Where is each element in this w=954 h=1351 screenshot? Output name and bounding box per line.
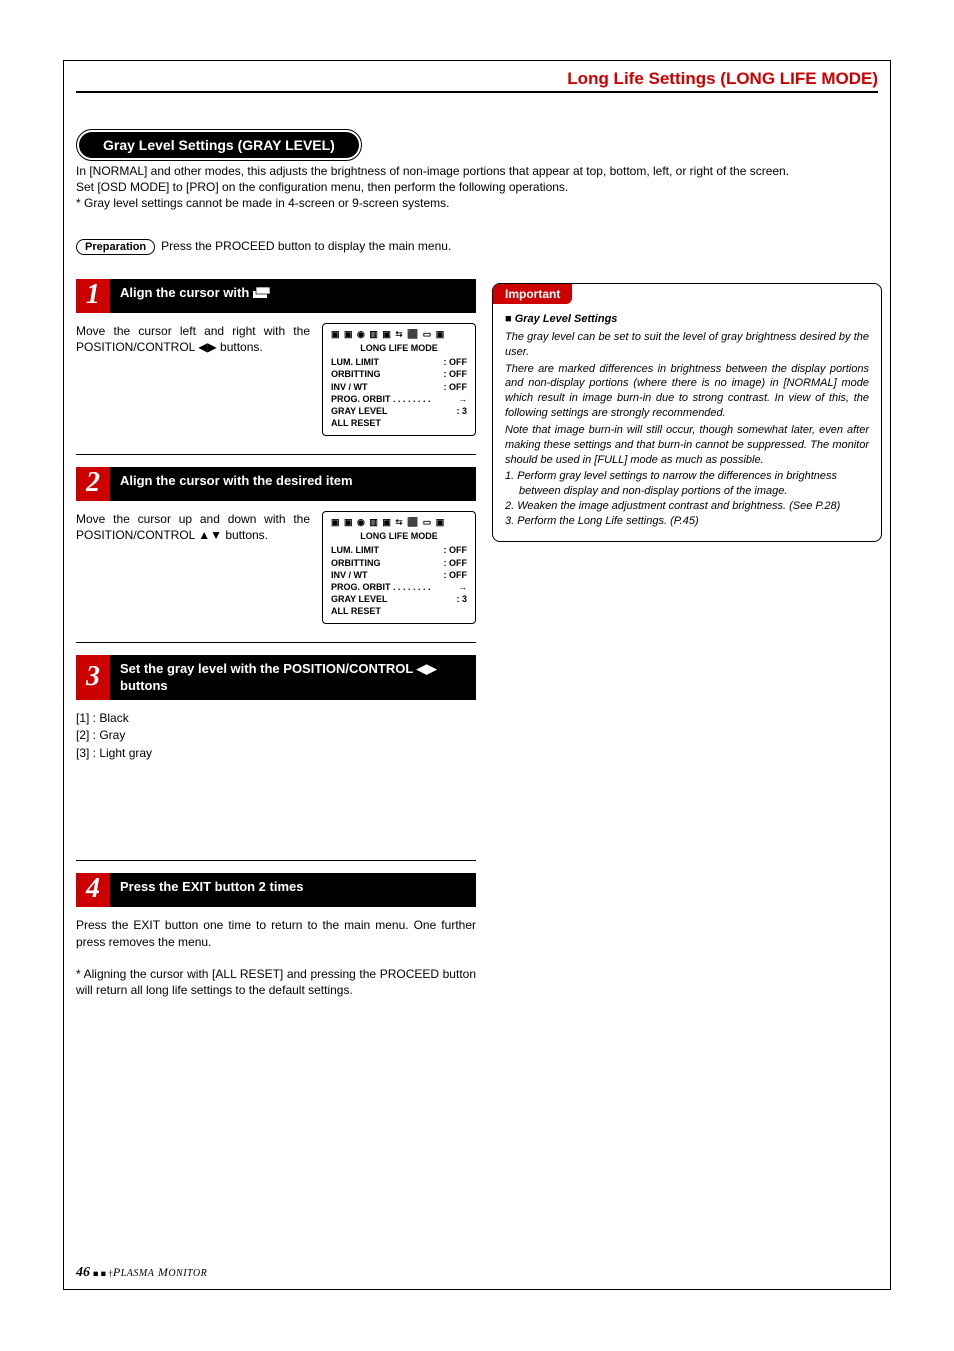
- step-header: 1 Align the cursor with: [76, 279, 476, 313]
- important-content: Gray Level Settings The gray level can b…: [493, 304, 881, 541]
- important-tab: Important: [493, 284, 572, 304]
- step-title: Set the gray level with the POSITION/CON…: [110, 655, 476, 700]
- step-body: Move the cursor up and down with the POS…: [76, 511, 476, 624]
- osd-icon-row: ▣ ▣ ◉ ▥ ▣ ⮀ ⬛ ▭ ▣: [331, 516, 467, 528]
- right-column: Important Gray Level Settings The gray l…: [492, 283, 882, 542]
- osd-row: LUM. LIMIT: OFF: [331, 356, 467, 368]
- intro-text: In [NORMAL] and other modes, this adjust…: [76, 163, 878, 212]
- preparation-row: Preparation Press the PROCEED button to …: [76, 239, 476, 255]
- step-separator: [76, 860, 476, 861]
- page-frame: Long Life Settings (LONG LIFE MODE) Gray…: [63, 60, 891, 1290]
- step-title: Align the cursor with the desired item: [110, 467, 476, 501]
- osd-row: ALL RESET: [331, 605, 467, 617]
- step-number: 3: [76, 655, 110, 700]
- step-description: Move the cursor left and right with the …: [76, 323, 310, 436]
- osd-row: ORBITTING: OFF: [331, 557, 467, 569]
- section-pill-label: Gray Level Settings (GRAY LEVEL): [79, 132, 359, 158]
- page-number: 46: [76, 1265, 90, 1280]
- step-header: 4 Press the EXIT button 2 times: [76, 873, 476, 907]
- important-heading: Gray Level Settings: [505, 312, 869, 327]
- osd-row: GRAY LEVEL: 3: [331, 405, 467, 417]
- gray-level-options: [1] : Black [2] : Gray [3] : Light gray: [76, 710, 476, 762]
- page-header-title: Long Life Settings (LONG LIFE MODE): [567, 69, 878, 89]
- important-paragraph: There are marked differences in brightne…: [505, 362, 869, 421]
- osd-title: LONG LIFE MODE: [331, 342, 467, 354]
- step-title-text: Align the cursor with: [120, 285, 253, 300]
- section-pill: Gray Level Settings (GRAY LEVEL): [76, 129, 362, 161]
- list-item: 1. Perform gray level settings to narrow…: [505, 469, 869, 499]
- important-paragraph: The gray level can be set to suit the le…: [505, 330, 869, 360]
- footer-separator: ■ ■ †: [93, 1268, 113, 1278]
- list-item: [2] : Gray: [76, 727, 476, 744]
- osd-row: INV / WT: OFF: [331, 569, 467, 581]
- list-item: 3. Perform the Long Life settings. (P.45…: [505, 514, 869, 529]
- preparation-badge: Preparation: [76, 239, 155, 255]
- osd-row: PROG. ORBIT . . . . . . . .→: [331, 393, 467, 405]
- list-item: [1] : Black: [76, 710, 476, 727]
- intro-line: Set [OSD MODE] to [PRO] on the configura…: [76, 179, 878, 195]
- step-number: 2: [76, 467, 110, 501]
- osd-panel: ▣ ▣ ◉ ▥ ▣ ⮀ ⬛ ▭ ▣ LONG LIFE MODE LUM. LI…: [322, 511, 476, 624]
- osd-row: INV / WT: OFF: [331, 381, 467, 393]
- step-body: Move the cursor left and right with the …: [76, 323, 476, 436]
- step-number: 4: [76, 873, 110, 907]
- osd-icon-row: ▣ ▣ ◉ ▥ ▣ ⮀ ⬛ ▭ ▣: [331, 328, 467, 340]
- list-item: 2. Weaken the image adjustment contrast …: [505, 499, 869, 514]
- important-paragraph: Note that image burn-in will still occur…: [505, 423, 869, 468]
- step-description: Move the cursor up and down with the POS…: [76, 511, 310, 624]
- step-header: 3 Set the gray level with the POSITION/C…: [76, 655, 476, 700]
- step-number: 1: [76, 279, 110, 313]
- important-box: Important Gray Level Settings The gray l…: [492, 283, 882, 542]
- important-list: 1. Perform gray level settings to narrow…: [505, 469, 869, 528]
- left-column: 1 Align the cursor with Move the cursor …: [76, 279, 476, 998]
- step-separator: [76, 454, 476, 455]
- long-life-icon: [253, 287, 275, 301]
- osd-row: PROG. ORBIT . . . . . . . .→: [331, 581, 467, 593]
- intro-line: In [NORMAL] and other modes, this adjust…: [76, 163, 878, 179]
- step-separator: [76, 642, 476, 643]
- step-title: Press the EXIT button 2 times: [110, 873, 476, 907]
- step-header: 2 Align the cursor with the desired item: [76, 467, 476, 501]
- osd-row: LUM. LIMIT: OFF: [331, 544, 467, 556]
- header-rule: [76, 91, 878, 93]
- preparation-text: Press the PROCEED button to display the …: [161, 239, 476, 253]
- footer-brand: PLASMA MONITOR: [113, 1265, 207, 1279]
- osd-title: LONG LIFE MODE: [331, 530, 467, 542]
- page-footer: 46 ■ ■ †PLASMA MONITOR: [76, 1265, 207, 1281]
- osd-row: GRAY LEVEL: 3: [331, 593, 467, 605]
- intro-line: * Gray level settings cannot be made in …: [76, 195, 878, 211]
- osd-row: ORBITTING: OFF: [331, 368, 467, 380]
- step-body-text: Press the EXIT button one time to return…: [76, 917, 476, 952]
- osd-row: ALL RESET: [331, 417, 467, 429]
- step-title: Align the cursor with: [110, 279, 476, 313]
- list-item: [3] : Light gray: [76, 745, 476, 762]
- osd-panel: ▣ ▣ ◉ ▥ ▣ ⮀ ⬛ ▭ ▣ LONG LIFE MODE LUM. LI…: [322, 323, 476, 436]
- step-footnote: * Aligning the cursor with [ALL RESET] a…: [76, 966, 476, 998]
